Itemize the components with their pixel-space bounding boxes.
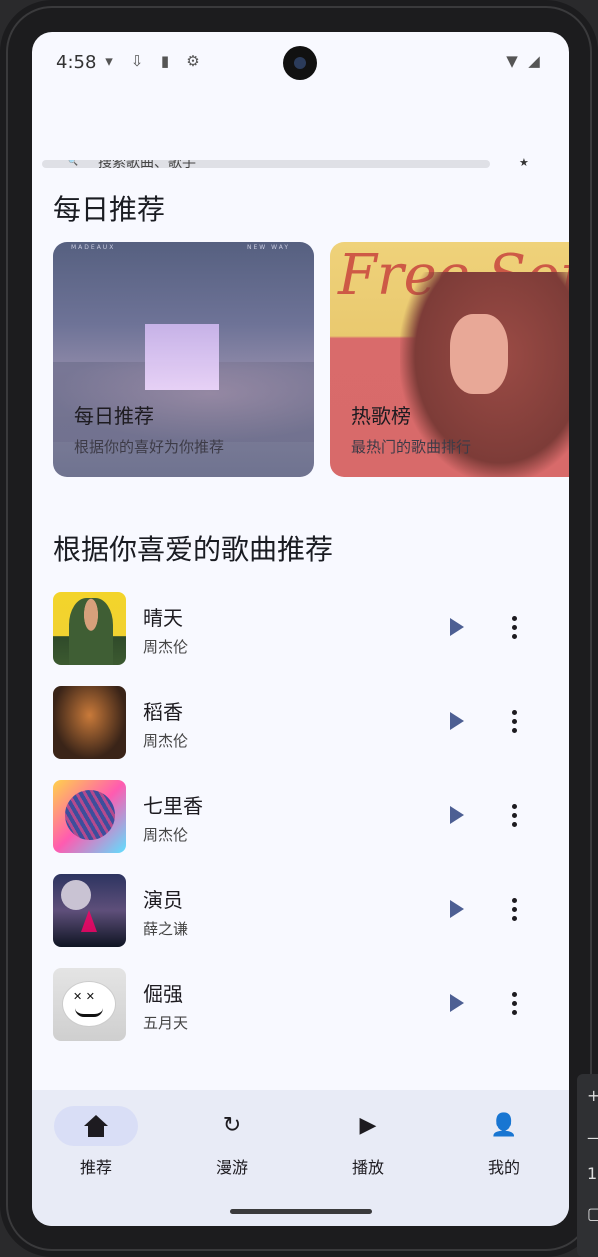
list-item[interactable]: 稻香 周杰伦 — [53, 686, 533, 760]
more-vert-icon[interactable] — [512, 710, 518, 734]
cover-art-face — [450, 314, 508, 394]
search-icon: 🔍 — [68, 160, 78, 166]
list-item[interactable]: 演员 薛之谦 — [53, 874, 533, 948]
star-icon[interactable]: ★ — [519, 156, 529, 169]
play-icon[interactable] — [450, 900, 464, 918]
card-hot-chart[interactable]: Free Somebody 热歌榜 最热门的歌曲排行 — [330, 242, 569, 477]
more-vert-icon[interactable] — [512, 804, 518, 828]
list-item[interactable]: 晴天 周杰伦 — [53, 592, 533, 666]
more-vert-icon[interactable] — [512, 992, 518, 1016]
card-title: 热歌榜 — [351, 404, 411, 428]
song-artist: 薛之谦 — [143, 920, 189, 938]
playlist-cards: MADEAUX NEW WAY 每日推荐 根据你的喜好为你推荐 Free Som… — [53, 242, 569, 478]
wifi-alert-icon: ▼ — [506, 52, 518, 70]
list-item[interactable]: 七里香 周杰伦 — [53, 780, 533, 854]
play-icon[interactable] — [450, 712, 464, 730]
wifi-question-icon: ▾ — [105, 52, 113, 70]
bottom-navigation: 推荐 ↻ 漫游 ▶ 播放 👤 我的 — [32, 1090, 569, 1226]
play-icon[interactable] — [450, 994, 464, 1012]
card-subtitle: 根据你的喜好为你推荐 — [74, 438, 225, 456]
album-cover — [53, 780, 126, 853]
play-icon: ▶ — [359, 1113, 377, 1138]
cover-text-right: NEW WAY — [247, 244, 291, 251]
card-subtitle: 最热门的歌曲排行 — [351, 438, 472, 456]
plus-icon[interactable]: + — [587, 1086, 598, 1105]
person-icon: 👤 — [490, 1113, 518, 1138]
search-placeholder: 搜索歌曲、歌手 — [98, 160, 196, 168]
section-title-daily: 每日推荐 — [53, 193, 166, 226]
home-icon — [52, 1112, 140, 1140]
song-title: 倔强 — [143, 982, 183, 1006]
album-cover — [53, 874, 126, 947]
song-title: 演员 — [143, 888, 183, 912]
more-vert-icon[interactable] — [512, 898, 518, 922]
play-icon[interactable] — [450, 806, 464, 824]
divider-icon: — — [587, 1128, 598, 1147]
nav-item-mine[interactable]: 👤 我的 — [460, 1106, 550, 1186]
song-artist: 五月天 — [143, 1014, 189, 1032]
cover-art-square — [145, 324, 219, 390]
album-cover — [53, 686, 126, 759]
gesture-handle[interactable] — [230, 1209, 372, 1214]
toolbar-text-icon: 1 — [587, 1164, 598, 1183]
nav-item-roam[interactable]: ↻ 漫游 — [188, 1106, 278, 1186]
card-title: 每日推荐 — [74, 404, 154, 428]
sd-card-icon: ▮ — [160, 52, 170, 70]
nav-item-play[interactable]: ▶ 播放 — [324, 1106, 414, 1186]
status-right-icons: ▼ ◢ — [503, 52, 543, 70]
nav-label: 我的 — [487, 1158, 520, 1177]
album-cover — [53, 592, 126, 665]
more-vert-icon[interactable] — [512, 616, 518, 640]
download-icon: ⇩ — [130, 52, 144, 70]
status-bar: 4:58 ▾ ⇩ ▮ ⚙ ▼ ◢ — [32, 32, 569, 96]
camera-cutout — [283, 46, 317, 80]
app-screen: 4:58 ▾ ⇩ ▮ ⚙ ▼ ◢ 🔍 搜索歌曲、歌手 ★ 每日推荐 MADEAU — [32, 32, 569, 1226]
song-artist: 周杰伦 — [143, 638, 189, 656]
search-bar[interactable]: 🔍 搜索歌曲、歌手 — [42, 160, 490, 168]
song-title: 七里香 — [143, 794, 203, 818]
status-left-icons: ▾ ⇩ ▮ ⚙ — [100, 52, 202, 70]
emulator-side-toolbar[interactable]: + — 1 ▢ — [577, 1074, 598, 1257]
nav-label: 播放 — [351, 1158, 384, 1177]
nav-label: 推荐 — [79, 1158, 112, 1177]
album-cover — [53, 968, 126, 1041]
song-artist: 周杰伦 — [143, 732, 189, 750]
settings-icon: ⚙ — [186, 52, 200, 70]
refresh-icon: ↻ — [222, 1113, 242, 1138]
cover-text-left: MADEAUX — [71, 244, 116, 251]
song-artist: 周杰伦 — [143, 826, 189, 844]
snapshot-icon[interactable]: ▢ — [587, 1204, 598, 1223]
list-item[interactable]: 倔强 五月天 — [53, 968, 533, 1042]
song-title: 稻香 — [143, 700, 183, 724]
status-time: 4:58 — [56, 52, 97, 73]
nav-item-recommend[interactable]: 推荐 — [52, 1106, 142, 1186]
device-frame: 4:58 ▾ ⇩ ▮ ⚙ ▼ ◢ 🔍 搜索歌曲、歌手 ★ 每日推荐 MADEAU — [0, 0, 598, 1257]
play-icon[interactable] — [450, 618, 464, 636]
signal-icon: ◢ — [528, 52, 540, 70]
song-title: 晴天 — [143, 606, 183, 630]
section-title-recommend: 根据你喜爱的歌曲推荐 — [53, 533, 334, 566]
card-daily-recommend[interactable]: MADEAUX NEW WAY 每日推荐 根据你的喜好为你推荐 — [53, 242, 314, 477]
nav-label: 漫游 — [215, 1158, 248, 1177]
